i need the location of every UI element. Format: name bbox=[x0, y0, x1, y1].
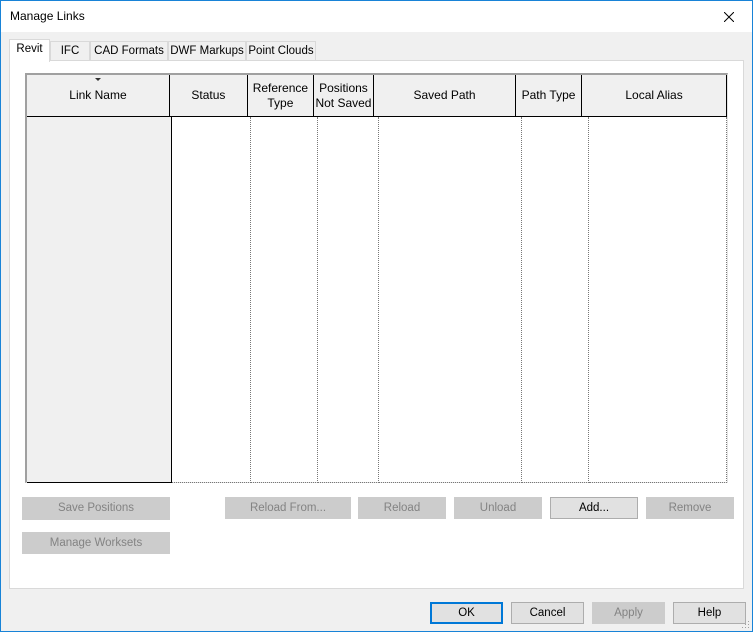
tab-ifc[interactable]: IFC bbox=[50, 41, 90, 61]
column-label: Positions Not Saved bbox=[315, 80, 372, 110]
column-positions-not-saved bbox=[317, 117, 379, 483]
reload-from-button[interactable]: Reload From... bbox=[225, 497, 351, 519]
column-header-link-name[interactable]: Link Name bbox=[27, 75, 170, 117]
dialog-title: Manage Links bbox=[10, 9, 85, 23]
table-header: Link Name Status Reference Type Position… bbox=[27, 75, 727, 117]
apply-button[interactable]: Apply bbox=[592, 602, 665, 624]
column-header-reference-type[interactable]: Reference Type bbox=[247, 75, 314, 117]
column-label: Reference Type bbox=[252, 80, 309, 110]
tab-cad-formats[interactable]: CAD Formats bbox=[90, 41, 168, 61]
remove-button[interactable]: Remove bbox=[646, 497, 734, 519]
reload-button[interactable]: Reload bbox=[358, 497, 446, 519]
help-button[interactable]: Help bbox=[673, 602, 746, 624]
column-header-local-alias[interactable]: Local Alias bbox=[582, 75, 727, 117]
links-table[interactable]: Link Name Status Reference Type Position… bbox=[25, 73, 728, 483]
cancel-button[interactable]: Cancel bbox=[511, 602, 584, 624]
column-local-alias bbox=[589, 117, 727, 483]
ok-button[interactable]: OK bbox=[430, 602, 503, 624]
column-label: Status bbox=[191, 88, 226, 102]
manage-links-dialog: Manage Links Revit IFC CAD Formats DWF M… bbox=[0, 0, 753, 632]
resize-grip-icon[interactable] bbox=[740, 619, 750, 629]
manage-worksets-button[interactable]: Manage Worksets bbox=[22, 532, 170, 554]
sort-descending-icon bbox=[94, 78, 101, 81]
tab-revit[interactable]: Revit bbox=[9, 39, 50, 62]
tab-label: IFC bbox=[60, 45, 80, 57]
unload-button[interactable]: Unload bbox=[454, 497, 542, 519]
table-body[interactable] bbox=[27, 117, 727, 483]
column-label: Path Type bbox=[521, 88, 576, 102]
title-bar: Manage Links bbox=[1, 1, 752, 32]
column-reference-type bbox=[250, 117, 318, 483]
save-positions-button[interactable]: Save Positions bbox=[22, 497, 170, 520]
add-button[interactable]: Add... bbox=[550, 497, 638, 519]
tab-dwf-markups[interactable]: DWF Markups bbox=[168, 41, 246, 61]
tab-label: Revit bbox=[16, 43, 43, 55]
revit-tab-panel: Link Name Status Reference Type Position… bbox=[9, 60, 744, 589]
column-label: Link Name bbox=[69, 88, 127, 102]
tab-label: DWF Markups bbox=[170, 45, 244, 57]
column-header-path-type[interactable]: Path Type bbox=[516, 75, 583, 117]
tab-label: Point Clouds bbox=[248, 45, 314, 57]
column-header-positions-not-saved[interactable]: Positions Not Saved bbox=[313, 75, 375, 117]
column-header-saved-path[interactable]: Saved Path bbox=[374, 75, 517, 117]
tab-label: CAD Formats bbox=[94, 45, 164, 57]
column-saved-path bbox=[378, 117, 523, 483]
close-icon bbox=[724, 11, 734, 22]
row-header-column bbox=[27, 117, 172, 483]
tab-point-clouds[interactable]: Point Clouds bbox=[246, 41, 316, 61]
column-header-status[interactable]: Status bbox=[169, 75, 248, 117]
column-path-type bbox=[522, 117, 590, 483]
column-label: Local Alias bbox=[625, 88, 683, 102]
close-button[interactable] bbox=[706, 1, 752, 32]
column-label: Saved Path bbox=[413, 88, 476, 102]
column-status bbox=[171, 117, 251, 483]
